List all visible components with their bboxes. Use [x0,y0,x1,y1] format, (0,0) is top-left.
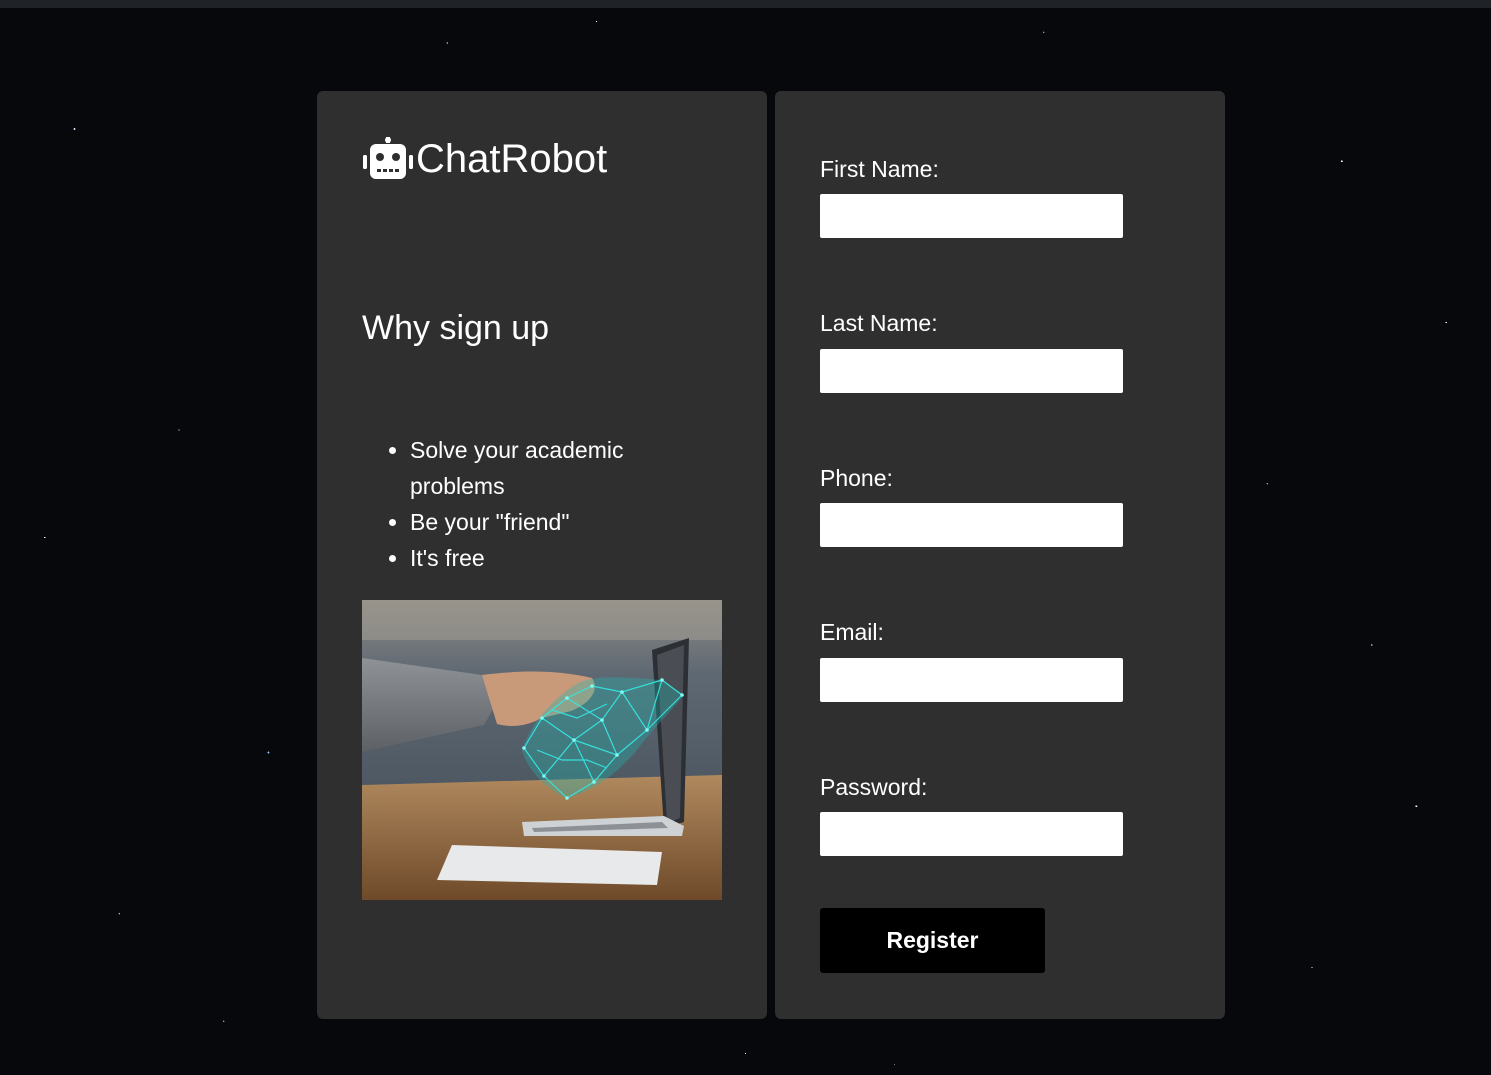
info-panel: ChatRobot Why sign up Solve your academi… [317,91,767,1019]
robot-icon [363,137,413,179]
registration-form: First Name: Last Name: Phone: Email: Pas… [775,91,1225,1019]
benefit-item: It's free [410,540,662,576]
brand-name: ChatRobot [416,137,608,181]
benefits-list: Solve your academic problems Be your "fr… [362,432,662,576]
handshake-image [362,600,722,900]
brand-logo: ChatRobot [362,137,607,181]
last-name-label: Last Name: [820,310,938,336]
first-name-label: First Name: [820,156,939,182]
benefit-item: Be your "friend" [410,504,662,540]
last-name-input[interactable] [820,349,1123,393]
phone-input[interactable] [820,503,1123,547]
top-bar [0,0,1491,8]
why-sign-up-heading: Why sign up [362,309,550,347]
email-input[interactable] [820,658,1123,702]
register-button[interactable]: Register [820,908,1045,973]
first-name-input[interactable] [820,194,1123,238]
password-input[interactable] [820,812,1123,856]
benefit-item: Solve your academic problems [410,432,662,504]
phone-label: Phone: [820,465,893,491]
password-label: Password: [820,774,928,800]
email-label: Email: [820,619,884,645]
